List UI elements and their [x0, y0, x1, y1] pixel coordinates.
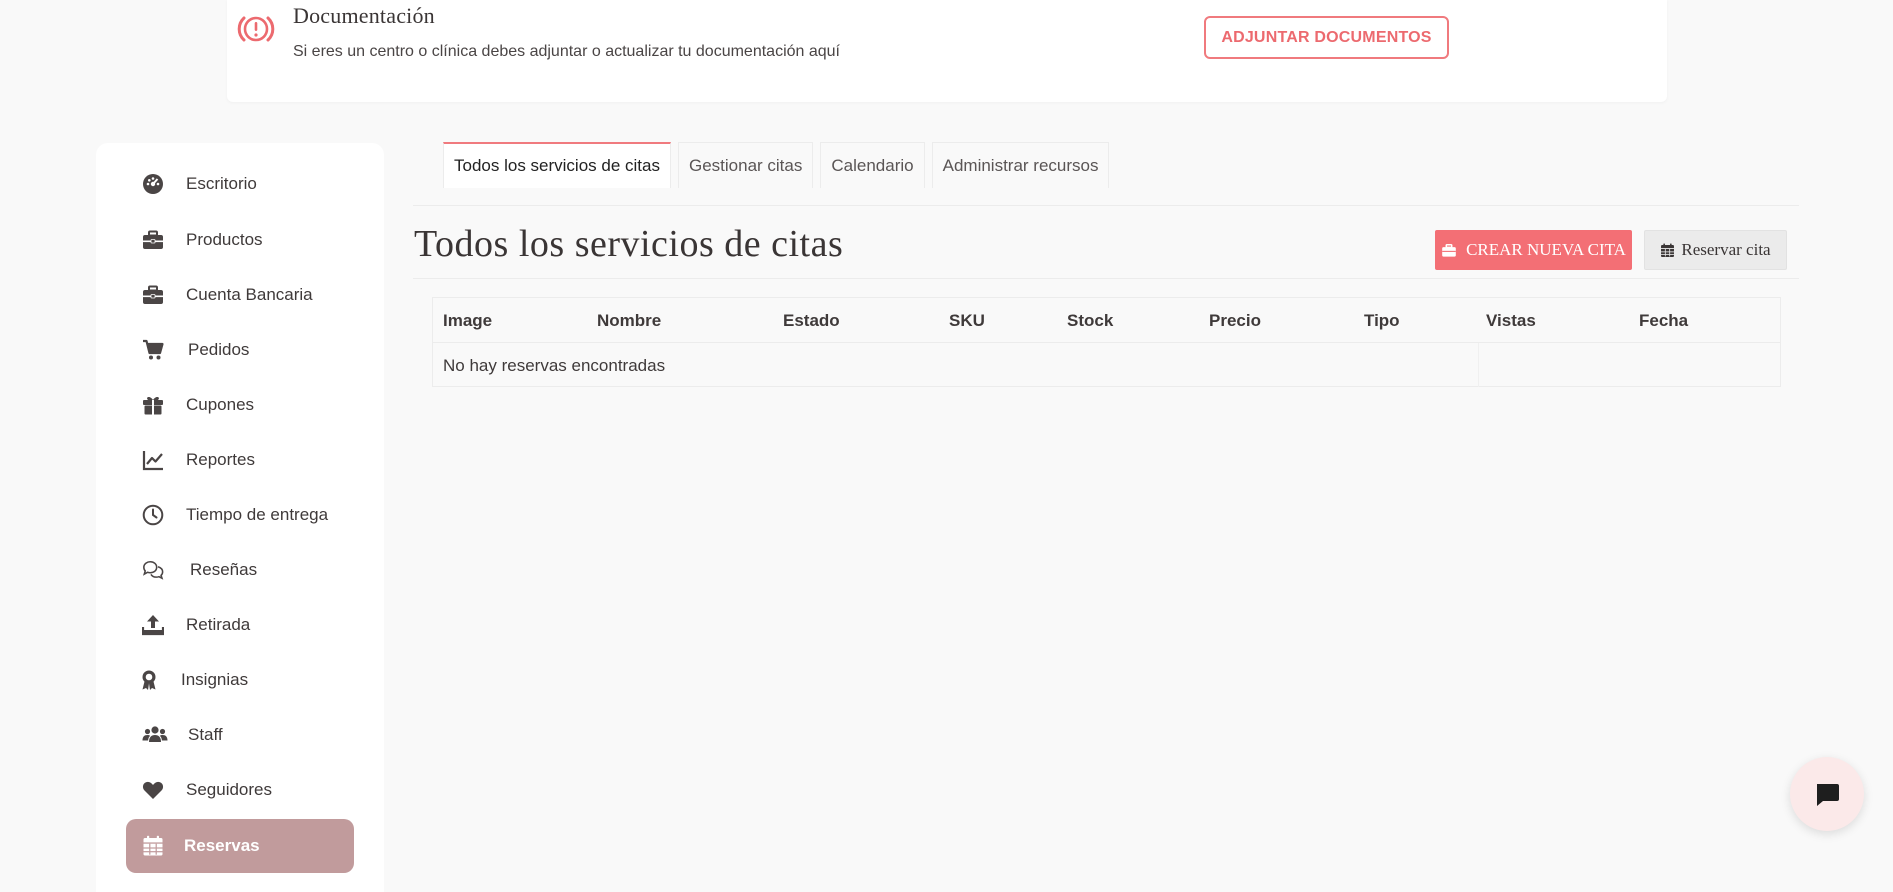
- book-appointment-button[interactable]: Reservar cita: [1644, 230, 1787, 270]
- notice-text: Si eres un centro o clínica debes adjunt…: [293, 43, 840, 60]
- empty-table-message: No hay reservas encontradas: [443, 356, 666, 375]
- sidebar-item-label: Cupones: [186, 395, 255, 414]
- briefcase-icon: [142, 284, 164, 306]
- sidebar-item-label: Reseñas: [190, 560, 258, 579]
- notice-title: Documentación: [293, 3, 435, 28]
- users-icon: [142, 724, 168, 746]
- sidebar-item-escritorio[interactable]: Escritorio: [126, 157, 354, 211]
- create-appointment-label: CREAR NUEVA CITA: [1466, 240, 1626, 259]
- create-appointment-button[interactable]: CREAR NUEVA CITA: [1435, 230, 1632, 270]
- sidebar-item-label: Pedidos: [188, 340, 250, 359]
- tabs-divider: [413, 205, 1799, 206]
- sidebar-item-label: Reservas: [184, 836, 260, 855]
- tab-calendario[interactable]: Calendario: [820, 142, 925, 188]
- sidebar-item-seguidores[interactable]: Seguidores: [126, 763, 354, 817]
- table-header: Image Nombre Estado SKU Stock Precio Tip…: [433, 298, 1780, 343]
- column-header-stock[interactable]: Stock: [1067, 311, 1113, 331]
- sidebar-item-label: Productos: [186, 230, 263, 249]
- award-icon: [138, 669, 160, 691]
- sidebar-item-label: Escritorio: [186, 174, 257, 193]
- sidebar-item-label: Seguidores: [186, 780, 273, 799]
- attach-documents-button[interactable]: ADJUNTAR DOCUMENTOS: [1204, 16, 1449, 59]
- sidebar-item-pedidos[interactable]: Pedidos: [126, 323, 354, 377]
- calendar-icon: [1661, 243, 1675, 257]
- briefcase-icon: [1442, 243, 1456, 257]
- column-header-estado[interactable]: Estado: [783, 311, 840, 331]
- tab-gestionar-citas[interactable]: Gestionar citas: [677, 142, 814, 188]
- column-header-nombre[interactable]: Nombre: [597, 311, 661, 331]
- cell-divider: [1478, 343, 1479, 387]
- column-header-image[interactable]: Image: [443, 311, 492, 331]
- sidebar-item-staff[interactable]: Staff: [126, 708, 354, 762]
- book-appointment-label: Reservar cita: [1681, 240, 1771, 259]
- tab-bar: Todos los servicios de citas Gestionar c…: [443, 142, 1116, 188]
- tab-administrar-recursos[interactable]: Administrar recursos: [931, 142, 1110, 188]
- briefcase-icon: [142, 229, 164, 251]
- chat-button[interactable]: [1790, 757, 1864, 831]
- title-divider: [413, 278, 1799, 279]
- sidebar-item-label: Staff: [188, 725, 223, 744]
- dashboard-icon: [142, 173, 164, 195]
- sidebar-item-resenas[interactable]: Reseñas: [126, 543, 354, 597]
- clock-icon: [142, 504, 164, 526]
- column-header-fecha[interactable]: Fecha: [1639, 311, 1688, 331]
- sidebar-item-reportes[interactable]: Reportes: [126, 433, 354, 487]
- page-title: Todos los servicios de citas: [414, 223, 844, 265]
- sidebar-item-cupones[interactable]: Cupones: [126, 378, 354, 432]
- alert-circle-icon: [237, 16, 275, 42]
- sidebar-item-tiempo-de-entrega[interactable]: Tiempo de entrega: [126, 488, 354, 542]
- sidebar-item-cuenta-bancaria[interactable]: Cuenta Bancaria: [126, 268, 354, 322]
- gift-icon: [142, 394, 164, 416]
- sidebar-item-label: Insignias: [181, 670, 249, 689]
- sidebar-item-label: Reportes: [186, 450, 255, 469]
- line-chart-icon: [142, 449, 164, 471]
- upload-icon: [142, 614, 164, 636]
- cart-icon: [142, 339, 164, 361]
- sidebar-item-productos[interactable]: Productos: [126, 213, 354, 267]
- sidebar-item-insignias[interactable]: Insignias: [126, 653, 354, 707]
- sidebar-item-reservas[interactable]: Reservas: [126, 819, 354, 873]
- tab-todos-los-servicios[interactable]: Todos los servicios de citas: [443, 142, 671, 188]
- sidebar-item-label: Retirada: [186, 615, 251, 634]
- calendar-icon: [142, 835, 164, 857]
- column-header-tipo[interactable]: Tipo: [1364, 311, 1400, 331]
- column-header-vistas[interactable]: Vistas: [1486, 311, 1536, 331]
- chat-icon: [1817, 784, 1839, 806]
- comments-icon: [142, 559, 164, 581]
- sidebar: Escritorio Productos Cuenta Bancaria Ped…: [96, 143, 384, 892]
- column-header-sku[interactable]: SKU: [949, 311, 985, 331]
- sidebar-item-label: Cuenta Bancaria: [186, 285, 313, 304]
- column-header-precio[interactable]: Precio: [1209, 311, 1261, 331]
- sidebar-item-retirada[interactable]: Retirada: [126, 598, 354, 652]
- appointments-table: Image Nombre Estado SKU Stock Precio Tip…: [432, 297, 1781, 387]
- heart-icon: [142, 779, 164, 801]
- sidebar-item-label: Tiempo de entrega: [186, 505, 329, 524]
